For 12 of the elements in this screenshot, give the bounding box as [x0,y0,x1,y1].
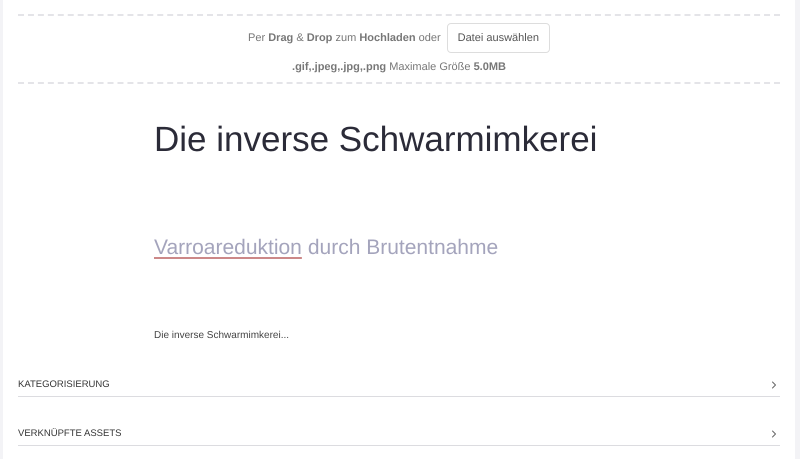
accordion-header[interactable]: KATEGORISIERUNG [18,378,780,397]
subtitle-word: Varroareduktion [154,235,302,261]
accordion-header[interactable]: VERKNÜPFTE ASSETS [18,426,780,446]
upload-dropzone[interactable]: Per Drag & Drop zum Hochladen oder Datei auswählen .gif,.jpeg,.jpg,.png Maximale Größe 5.0MB [18,14,780,84]
file-restrictions: .gif,.jpeg,.jpg,.png Maximale Größe 5.0MB [292,60,506,75]
subtitle-text: durch Brutentnahme [308,235,498,261]
section-label: KATEGORISIERUNG [18,378,110,392]
article-title: Die inverse Schwarmimkerei [154,119,598,161]
section-label: VERKNÜPFTE ASSETS [18,426,122,441]
article-excerpt: Die inverse Schwarmimkerei... [154,328,290,342]
choose-file-button[interactable]: Datei auswählen [446,22,550,53]
upload-instructions: Per Drag & Drop zum Hochladen oder [248,30,441,46]
